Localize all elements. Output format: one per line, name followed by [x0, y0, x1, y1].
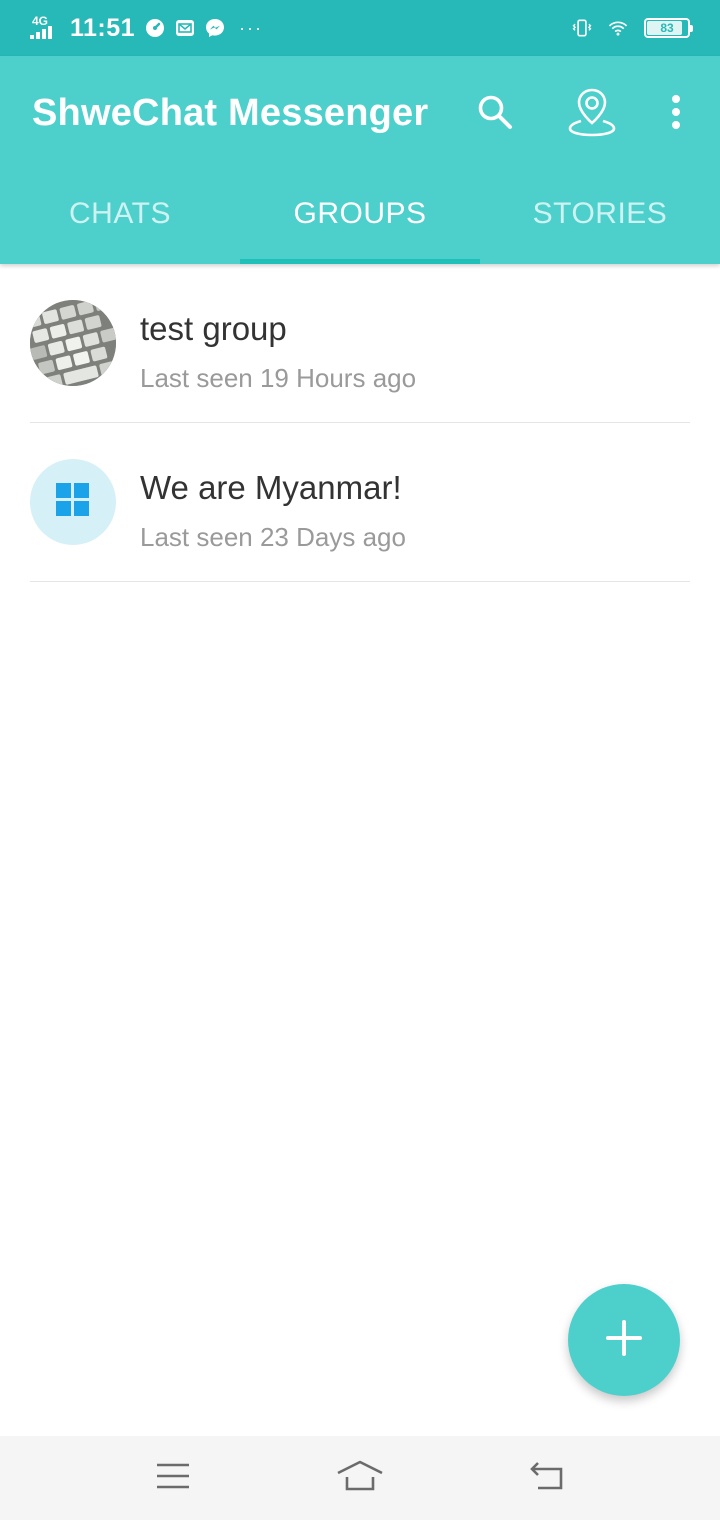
more-options-button[interactable] [648, 86, 704, 142]
tab-chats-label: CHATS [69, 197, 171, 230]
speed-gauge-icon [145, 18, 165, 38]
group-last-seen: Last seen 19 Hours ago [140, 363, 417, 393]
back-icon [528, 1460, 566, 1497]
tab-groups-label: GROUPS [293, 197, 427, 230]
nearby-location-button[interactable] [564, 86, 620, 142]
group-list: test group Last seen 19 Hours ago We are… [0, 264, 720, 582]
create-group-button[interactable] [568, 1284, 680, 1396]
status-left: 4G 11:51 ··· [30, 14, 263, 43]
home-button[interactable] [330, 1448, 390, 1508]
status-bar: 4G 11:51 ··· 83 [0, 0, 720, 56]
tab-stories-label: STORIES [532, 197, 668, 230]
app-bar: ShweChat Messenger CHATS GROUPS STORIES [0, 56, 720, 264]
battery-level: 83 [660, 21, 674, 35]
screen: 4G 11:51 ··· 83 ShweChat Messenger CHATS… [0, 0, 720, 1520]
recents-button[interactable] [143, 1448, 203, 1508]
wifi-icon [608, 18, 628, 38]
app-title: ShweChat Messenger [32, 92, 429, 134]
signal-icon [30, 26, 52, 39]
group-name: test group [140, 310, 287, 347]
battery-icon: 83 [644, 18, 693, 38]
tab-stories[interactable]: STORIES [480, 164, 720, 264]
avatar [30, 300, 116, 386]
tab-groups[interactable]: GROUPS [240, 164, 480, 264]
group-last-seen: Last seen 23 Days ago [140, 522, 406, 552]
search-icon [475, 92, 515, 137]
tab-chats[interactable]: CHATS [0, 164, 240, 264]
mail-icon [175, 18, 195, 38]
group-name: We are Myanmar! [140, 469, 402, 506]
status-right: 83 [572, 18, 693, 38]
home-icon [335, 1459, 385, 1498]
location-pin-icon [566, 86, 618, 143]
more-notifications: ··· [239, 17, 264, 38]
more-vert-icon [670, 94, 682, 135]
system-nav-bar [0, 1436, 720, 1520]
grid-placeholder-icon [56, 482, 90, 522]
clock: 11:51 [70, 13, 136, 42]
back-button[interactable] [517, 1448, 577, 1508]
list-item[interactable]: We are Myanmar! Last seen 23 Days ago [30, 423, 690, 582]
list-item[interactable]: test group Last seen 19 Hours ago [30, 264, 690, 423]
search-button[interactable] [467, 86, 523, 142]
vibrate-icon [572, 18, 592, 38]
messenger-icon [205, 18, 225, 38]
network-indicator: 4G [30, 15, 60, 41]
menu-icon [155, 1462, 191, 1495]
avatar [30, 459, 116, 545]
plus-icon [605, 1319, 643, 1362]
tab-bar: CHATS GROUPS STORIES [0, 164, 720, 264]
